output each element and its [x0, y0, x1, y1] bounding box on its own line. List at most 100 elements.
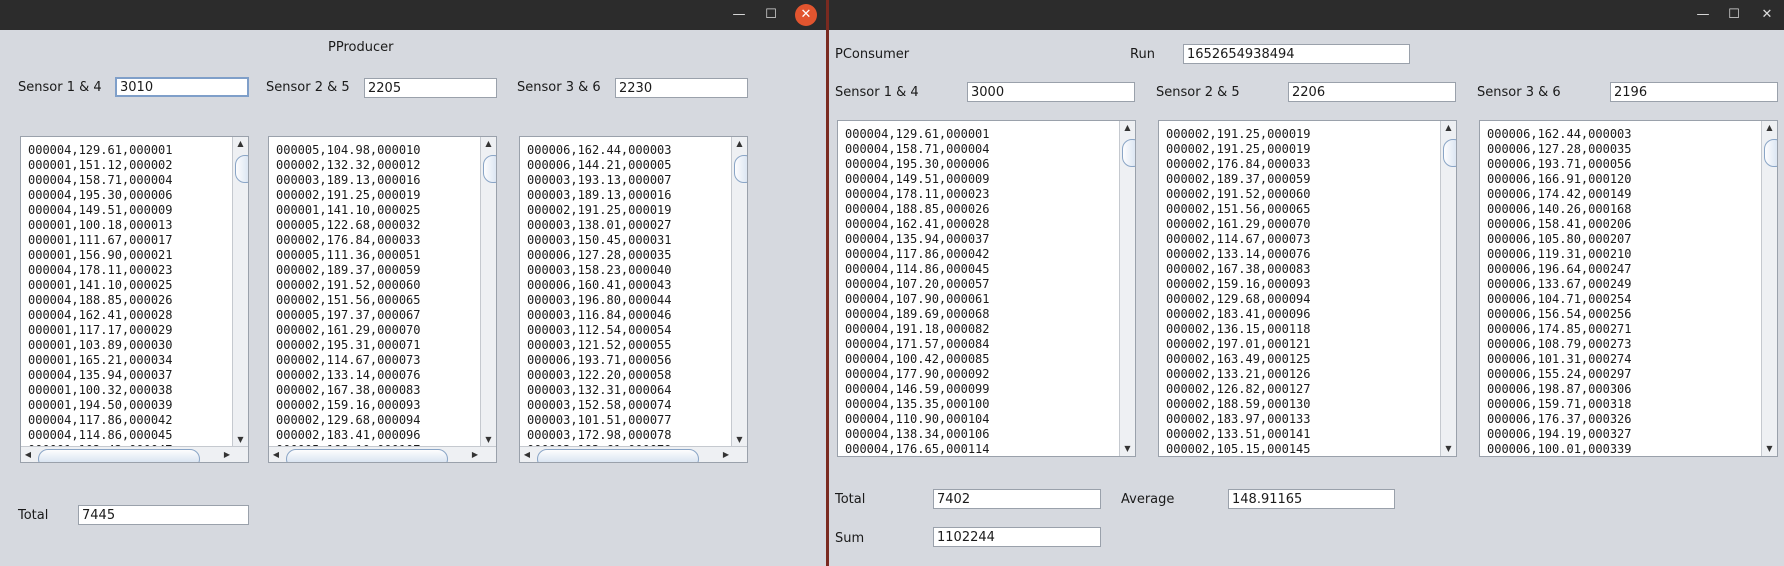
list-item[interactable]: 000004,188.85,000026 [28, 293, 173, 308]
list-item[interactable]: 000002,189.37,000059 [276, 263, 421, 278]
list-item[interactable]: 000006,101.31,000274 [1487, 352, 1632, 367]
scroll-thumb[interactable] [734, 155, 747, 183]
list-item[interactable]: 000003,193.13,000007 [527, 173, 672, 188]
list-item[interactable]: 000003,150.45,000031 [527, 233, 672, 248]
list-item[interactable]: 000006,174.85,000271 [1487, 322, 1632, 337]
scroll-right-arrow-icon[interactable]: ▶ [220, 447, 234, 462]
list-item[interactable]: 000002,136.15,000118 [1166, 322, 1311, 337]
list-item[interactable]: 000003,172.98,000078 [527, 428, 672, 443]
list-item[interactable]: 000002,183.97,000133 [1166, 412, 1311, 427]
run-field[interactable]: 1652654938494 [1183, 44, 1410, 64]
maximize-button[interactable]: ☐ [1723, 4, 1745, 26]
list-item[interactable]: 000003,101.51,000077 [527, 413, 672, 428]
list-item[interactable]: 000004,149.51,000009 [28, 203, 173, 218]
horizontal-scrollbar[interactable]: ◀ ▶ [520, 446, 747, 462]
vertical-scrollbar[interactable]: ▲ ▼ [480, 137, 496, 447]
list-item[interactable]: 000001,117.17,000029 [28, 323, 173, 338]
sensor36-field[interactable]: 2230 [615, 78, 748, 98]
list-item[interactable]: 000003,138.01,000027 [527, 218, 672, 233]
list-item[interactable]: 000006,100.01,000339 [1487, 442, 1632, 456]
list-item[interactable]: 000006,193.71,000056 [1487, 157, 1632, 172]
scroll-down-arrow-icon[interactable]: ▼ [233, 433, 248, 447]
list-item[interactable]: 000002,159.16,000093 [276, 398, 421, 413]
scroll-up-arrow-icon[interactable]: ▲ [1762, 121, 1777, 135]
scroll-thumb[interactable] [38, 449, 200, 462]
list-item[interactable]: 000004,149.51,000009 [845, 172, 990, 187]
list-item[interactable]: 000005,104.98,000010 [276, 143, 421, 158]
list-item[interactable]: 000003,152.58,000074 [527, 398, 672, 413]
list-item[interactable]: 000002,129.68,000094 [276, 413, 421, 428]
list-item[interactable]: 000006,159.71,000318 [1487, 397, 1632, 412]
list-item[interactable]: 000001,141.10,000025 [276, 203, 421, 218]
list-item[interactable]: 000003,116.84,000046 [527, 308, 672, 323]
list-item[interactable]: 000006,144.21,000005 [527, 158, 672, 173]
list-item[interactable]: 000003,196.80,000044 [527, 293, 672, 308]
scroll-right-arrow-icon[interactable]: ▶ [468, 447, 482, 462]
list-item[interactable]: 000003,158.23,000040 [527, 263, 672, 278]
list-item[interactable]: 000002,167.38,000083 [276, 383, 421, 398]
list-item[interactable]: 000006,162.44,000003 [527, 143, 672, 158]
list-item[interactable]: 000005,197.37,000067 [276, 308, 421, 323]
scroll-up-arrow-icon[interactable]: ▲ [481, 137, 496, 151]
scroll-up-arrow-icon[interactable]: ▲ [233, 137, 248, 151]
close-button[interactable]: ✕ [1756, 4, 1778, 26]
list-item[interactable]: 000006,176.37,000326 [1487, 412, 1632, 427]
close-button[interactable]: ✕ [795, 4, 817, 26]
total-field[interactable]: 7445 [78, 505, 249, 525]
list-item[interactable]: 000001,141.10,000025 [28, 278, 173, 293]
sensor25-list[interactable]: 000005,104.98,000010 000002,132.32,000012… [268, 136, 497, 463]
list-item[interactable]: 000002,189.37,000059 [1166, 172, 1311, 187]
sensor14-field[interactable]: 3000 [967, 82, 1135, 102]
list-item[interactable]: 000003,121.52,000055 [527, 338, 672, 353]
list-item[interactable]: 000006,133.67,000249 [1487, 277, 1632, 292]
list-item[interactable]: 000006,174.42,000149 [1487, 187, 1632, 202]
list-item[interactable]: 000002,133.51,000141 [1166, 427, 1311, 442]
list-item[interactable]: 000003,132.31,000064 [527, 383, 672, 398]
list-item[interactable]: 000001,103.89,000030 [28, 338, 173, 353]
list-item[interactable]: 000001,156.90,000021 [28, 248, 173, 263]
list-item[interactable]: 000004,176.65,000114 [845, 442, 990, 456]
list-item[interactable]: 000004,171.57,000084 [845, 337, 990, 352]
list-item[interactable]: 000001,100.32,000038 [28, 383, 173, 398]
list-item[interactable]: 000002,151.56,000065 [1166, 202, 1311, 217]
list-item[interactable]: 000006,155.24,000297 [1487, 367, 1632, 382]
list-item[interactable]: 000002,176.84,000033 [276, 233, 421, 248]
scroll-down-arrow-icon[interactable]: ▼ [1441, 442, 1456, 456]
list-item[interactable]: 000006,166.91,000120 [1487, 172, 1632, 187]
list-item[interactable]: 000003,112.54,000054 [527, 323, 672, 338]
list-item[interactable]: 000004,135.35,000100 [845, 397, 990, 412]
list-item[interactable]: 000006,119.31,000210 [1487, 247, 1632, 262]
list-item[interactable]: 000002,159.16,000093 [1166, 277, 1311, 292]
list-item[interactable]: 000004,195.30,000006 [845, 157, 990, 172]
horizontal-scrollbar[interactable]: ◀ ▶ [269, 446, 496, 462]
list-item[interactable]: 000004,100.42,000085 [845, 352, 990, 367]
minimize-button[interactable]: — [1692, 4, 1714, 26]
scroll-left-arrow-icon[interactable]: ◀ [21, 447, 35, 462]
list-item[interactable]: 000006,108.79,000273 [1487, 337, 1632, 352]
sensor14-field[interactable]: 3010 [115, 77, 249, 97]
scroll-down-arrow-icon[interactable]: ▼ [732, 433, 747, 447]
list-item[interactable]: 000002,191.25,000019 [527, 203, 672, 218]
list-item[interactable]: 000002,167.38,000083 [1166, 262, 1311, 277]
list-item[interactable]: 000006,196.64,000247 [1487, 262, 1632, 277]
list-item[interactable]: 000006,127.28,000035 [1487, 142, 1632, 157]
scroll-thumb[interactable] [1764, 139, 1777, 167]
list-item[interactable]: 000004,107.20,000057 [845, 277, 990, 292]
sensor36-field[interactable]: 2196 [1610, 82, 1778, 102]
scroll-right-arrow-icon[interactable]: ▶ [719, 447, 733, 462]
list-item[interactable]: 000002,133.14,000076 [1166, 247, 1311, 262]
list-item[interactable]: 000004,158.71,000004 [28, 173, 173, 188]
maximize-button[interactable]: ☐ [760, 4, 782, 26]
list-item[interactable]: 000004,135.94,000037 [845, 232, 990, 247]
list-item[interactable]: 000006,162.44,000003 [1487, 127, 1632, 142]
list-item[interactable]: 000003,122.20,000058 [527, 368, 672, 383]
list-item[interactable]: 000004,117.86,000042 [845, 247, 990, 262]
list-item[interactable]: 000002,188.59,000130 [1166, 397, 1311, 412]
list-item[interactable]: 000001,151.12,000002 [28, 158, 173, 173]
list-item[interactable]: 000002,191.25,000019 [1166, 127, 1311, 142]
scroll-thumb[interactable] [1122, 139, 1135, 167]
list-item[interactable]: 000004,114.86,000045 [845, 262, 990, 277]
list-item[interactable]: 000002,183.41,000096 [1166, 307, 1311, 322]
scroll-up-arrow-icon[interactable]: ▲ [1120, 121, 1135, 135]
list-item[interactable]: 000002,183.41,000096 [276, 428, 421, 443]
